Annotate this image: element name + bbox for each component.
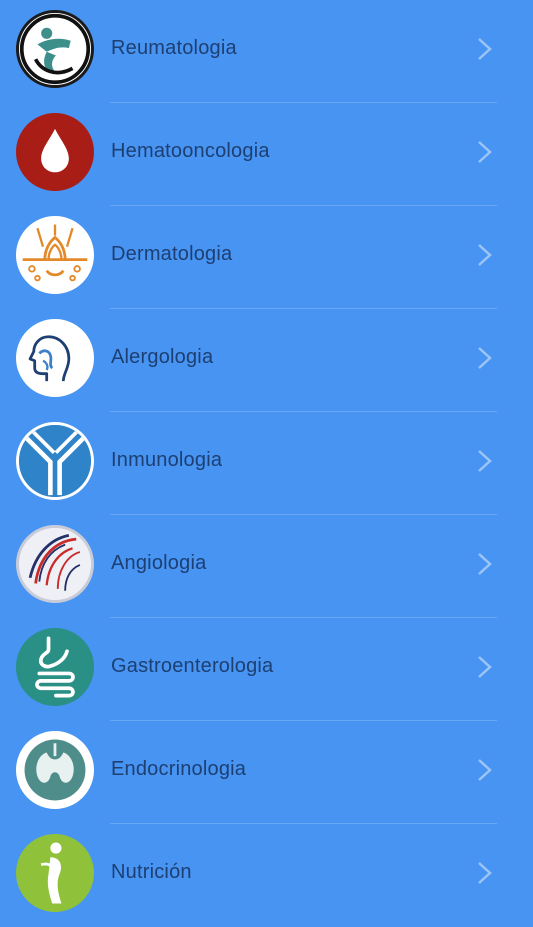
list-item-gastroenterologia[interactable]: Gastroenterologia (0, 618, 533, 721)
item-label: Reumatologia (111, 37, 237, 59)
specialty-list: Reumatologia Hematooncologia Dermatologi… (0, 0, 533, 912)
list-item-nutricion[interactable]: Nutrición (0, 824, 533, 927)
blood-drop-icon (16, 113, 94, 191)
chevron-right-icon (478, 141, 492, 163)
stomach-intestine-icon (16, 628, 94, 706)
list-item-reumatologia[interactable]: Reumatologia (0, 0, 533, 103)
item-label: Angiologia (111, 552, 207, 574)
list-item-hematooncologia[interactable]: Hematooncologia (0, 103, 533, 206)
list-item-alergologia[interactable]: Alergologia (0, 309, 533, 412)
item-label: Hematooncologia (111, 140, 270, 162)
chevron-right-icon (478, 656, 492, 678)
list-item-dermatologia[interactable]: Dermatologia (0, 206, 533, 309)
chevron-right-icon (478, 553, 492, 575)
nutrition-body-icon (16, 834, 94, 912)
item-label: Gastroenterologia (111, 655, 274, 677)
blood-vessels-icon (16, 525, 94, 603)
chevron-right-icon (478, 450, 492, 472)
head-airway-icon (16, 319, 94, 397)
chevron-right-icon (478, 347, 492, 369)
chevron-right-icon (478, 862, 492, 884)
list-item-angiologia[interactable]: Angiologia (0, 515, 533, 618)
chevron-right-icon (478, 244, 492, 266)
list-item-endocrinologia[interactable]: Endocrinologia (0, 721, 533, 824)
thyroid-icon (16, 731, 94, 809)
skin-hair-icon (16, 216, 94, 294)
chevron-right-icon (478, 38, 492, 60)
chevron-right-icon (478, 759, 492, 781)
rheumatology-icon (16, 10, 94, 88)
item-label: Nutrición (111, 861, 192, 883)
item-label: Dermatologia (111, 243, 233, 265)
item-label: Endocrinologia (111, 758, 247, 780)
item-label: Alergologia (111, 346, 214, 368)
antibody-icon (16, 422, 94, 500)
item-label: Inmunologia (111, 449, 223, 471)
list-item-inmunologia[interactable]: Inmunologia (0, 412, 533, 515)
